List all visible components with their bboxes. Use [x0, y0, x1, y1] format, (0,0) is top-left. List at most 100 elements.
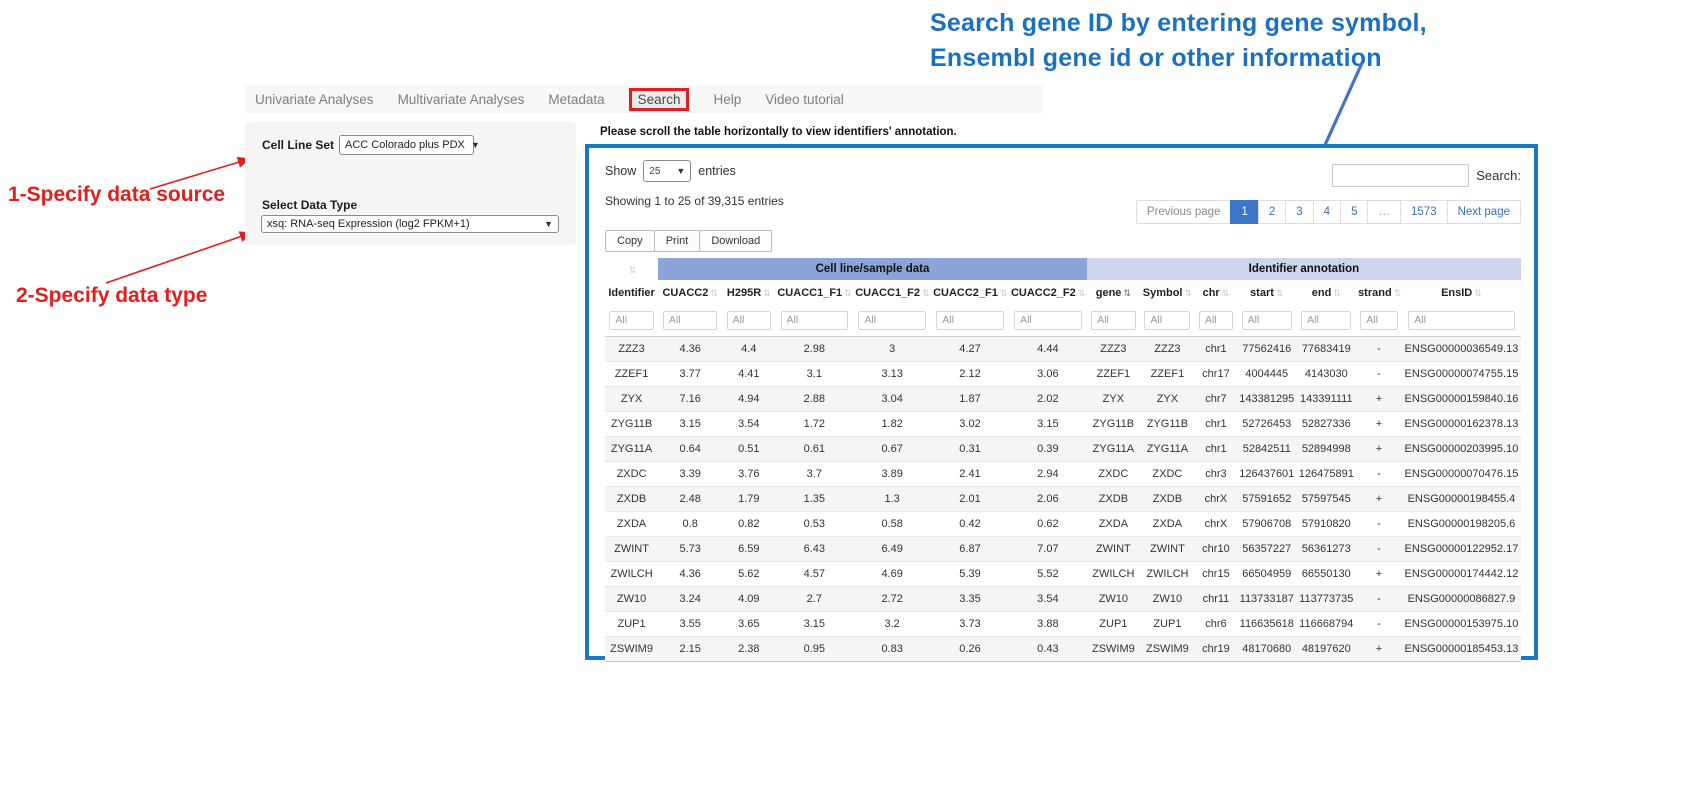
previous-page-button[interactable]: Previous page [1136, 200, 1232, 224]
sort-icon[interactable]: ⇅ [710, 288, 718, 298]
page-button-1573[interactable]: 1573 [1400, 200, 1448, 224]
cell-cuacc1-f2: 4.69 [853, 561, 931, 586]
sort-icon[interactable]: ⇅ [1123, 288, 1131, 298]
table-row[interactable]: ZXDB2.481.791.351.32.012.06ZXDBZXDBchrX5… [605, 486, 1521, 511]
filter-input-start[interactable] [1242, 311, 1292, 330]
table-row[interactable]: ZZZ34.364.42.9834.274.44ZZZ3ZZZ3chr17756… [605, 336, 1521, 361]
nav-item-univariate-analyses[interactable]: Univariate Analyses [255, 92, 374, 107]
cell-cuacc1-f1: 3.15 [775, 611, 853, 636]
filter-input-gene[interactable] [1091, 311, 1135, 330]
sort-icon[interactable]: ⇅ [922, 288, 930, 298]
table-row[interactable]: ZW103.244.092.72.723.353.54ZW10ZW10chr11… [605, 586, 1521, 611]
table-row[interactable]: ZUP13.553.653.153.23.733.88ZUP1ZUP1chr61… [605, 611, 1521, 636]
cell-identifier: ZXDA [605, 511, 658, 536]
filter-input-cuacc1-f1[interactable] [781, 311, 849, 330]
column-header-gene[interactable]: gene⇅ [1087, 280, 1140, 306]
cell-identifier: ZWILCH [605, 561, 658, 586]
print-button[interactable]: Print [654, 230, 701, 252]
table-row[interactable]: ZYG11A0.640.510.610.670.310.39ZYG11AZYG1… [605, 436, 1521, 461]
cell-strand: + [1356, 386, 1402, 411]
download-button[interactable]: Download [699, 230, 772, 252]
nav-item-search[interactable]: Search [629, 88, 690, 111]
filter-input-strand[interactable] [1360, 311, 1397, 330]
table-row[interactable]: ZWILCH4.365.624.574.695.395.52ZWILCHZWIL… [605, 561, 1521, 586]
copy-button[interactable]: Copy [605, 230, 655, 252]
cell-ensid: ENSG00000198455.4 [1402, 486, 1521, 511]
nav-item-metadata[interactable]: Metadata [548, 92, 604, 107]
page-length-select[interactable]: 25 ▼ [643, 160, 691, 182]
next-page-button[interactable]: Next page [1447, 200, 1521, 224]
page-button-1[interactable]: 1 [1230, 200, 1258, 224]
table-row[interactable]: ZXDC3.393.763.73.892.412.94ZXDCZXDCchr31… [605, 461, 1521, 486]
cell-chr: chr10 [1195, 536, 1237, 561]
filter-input-chr[interactable] [1199, 311, 1233, 330]
cell-symbol: ZYG11B [1140, 411, 1195, 436]
sort-icon[interactable]: ⇅ [1394, 288, 1402, 298]
group-header-empty: ⇅ [605, 258, 658, 280]
filter-input-cuacc1-f2[interactable] [858, 311, 926, 330]
column-header-chr[interactable]: chr⇅ [1195, 280, 1237, 306]
column-header-start[interactable]: start⇅ [1237, 280, 1297, 306]
page-button-5[interactable]: 5 [1340, 200, 1368, 224]
filter-input-symbol[interactable] [1144, 311, 1190, 330]
chevron-down-icon: ▼ [544, 219, 553, 229]
table-row[interactable]: ZZEF13.774.413.13.132.123.06ZZEF1ZZEF1ch… [605, 361, 1521, 386]
table-row[interactable]: ZXDA0.80.820.530.580.420.62ZXDAZXDAchrX5… [605, 511, 1521, 536]
cell-symbol: ZW10 [1140, 586, 1195, 611]
column-label: CUACC1_F1 [777, 287, 842, 299]
column-header-cuacc2[interactable]: CUACC2⇅ [658, 280, 722, 306]
column-header-cuacc2-f1[interactable]: CUACC2_F1⇅ [931, 280, 1009, 306]
column-header-cuacc1-f1[interactable]: CUACC1_F1⇅ [775, 280, 853, 306]
entries-label: entries [698, 164, 736, 178]
filter-input-h295r[interactable] [727, 311, 771, 330]
table-row[interactable]: ZSWIM92.152.380.950.830.260.43ZSWIM9ZSWI… [605, 636, 1521, 661]
sort-icon[interactable]: ⇅ [1276, 288, 1284, 298]
page-button-4[interactable]: 4 [1313, 200, 1341, 224]
column-header-ensid[interactable]: EnsID⇅ [1402, 280, 1521, 306]
sort-icon[interactable]: ⇅ [1000, 288, 1008, 298]
column-header-identifier[interactable]: Identifier [605, 280, 658, 306]
cell-ensid: ENSG00000198205.6 [1402, 511, 1521, 536]
nav-item-video-tutorial[interactable]: Video tutorial [765, 92, 844, 107]
cell-cuacc1-f2: 3.2 [853, 611, 931, 636]
column-header-cuacc1-f2[interactable]: CUACC1_F2⇅ [853, 280, 931, 306]
cell-cuacc2: 3.15 [658, 411, 722, 436]
page-button-3[interactable]: 3 [1285, 200, 1313, 224]
column-header-strand[interactable]: strand⇅ [1356, 280, 1402, 306]
filter-input-identifier[interactable] [609, 311, 653, 330]
cell-cuacc2-f1: 1.87 [931, 386, 1009, 411]
sort-icon[interactable]: ⇅ [1184, 288, 1192, 298]
column-header-symbol[interactable]: Symbol⇅ [1140, 280, 1195, 306]
page-button-2[interactable]: 2 [1258, 200, 1286, 224]
filter-input-cuacc2-f1[interactable] [936, 311, 1004, 330]
cell-cuacc2-f1: 2.12 [931, 361, 1009, 386]
nav-item-multivariate-analyses[interactable]: Multivariate Analyses [398, 92, 525, 107]
table-row[interactable]: ZYG11B3.153.541.721.823.023.15ZYG11BZYG1… [605, 411, 1521, 436]
cell-line-set-select[interactable]: ACC Colorado plus PDX ▼ [339, 135, 474, 155]
nav-item-help[interactable]: Help [713, 92, 741, 107]
sort-icon[interactable]: ⇅ [1333, 288, 1341, 298]
table-search-input[interactable] [1332, 164, 1469, 187]
cell-cuacc1-f1: 3.7 [775, 461, 853, 486]
filter-input-ensid[interactable] [1408, 311, 1514, 330]
table-row[interactable]: ZWINT5.736.596.436.496.877.07ZWINTZWINTc… [605, 536, 1521, 561]
column-header-end[interactable]: end⇅ [1297, 280, 1357, 306]
sort-icon[interactable]: ⇅ [1222, 288, 1230, 298]
data-type-select[interactable]: xsq: RNA-seq Expression (log2 FPKM+1) ▼ [261, 215, 559, 233]
cell-cuacc2-f2: 3.88 [1009, 611, 1087, 636]
table-row[interactable]: ZYX7.164.942.883.041.872.02ZYXZYXchr7143… [605, 386, 1521, 411]
cell-start: 126437601 [1237, 461, 1297, 486]
filter-input-end[interactable] [1301, 311, 1351, 330]
filter-input-cuacc2-f2[interactable] [1014, 311, 1082, 330]
sort-icon[interactable]: ⇅ [1474, 288, 1482, 298]
sort-icon[interactable]: ⇅ [1078, 288, 1086, 298]
filter-cell-gene [1087, 306, 1140, 336]
sort-icon[interactable]: ⇅ [844, 288, 852, 298]
column-label: H295R [727, 287, 761, 299]
filter-input-cuacc2[interactable] [663, 311, 718, 330]
blue-annotation-line2: Ensembl gene id or other information [930, 41, 1427, 76]
sort-icon[interactable]: ⇅ [629, 265, 637, 275]
column-header-h295r[interactable]: H295R⇅ [722, 280, 775, 306]
sort-icon[interactable]: ⇅ [763, 288, 771, 298]
column-header-cuacc2-f2[interactable]: CUACC2_F2⇅ [1009, 280, 1087, 306]
